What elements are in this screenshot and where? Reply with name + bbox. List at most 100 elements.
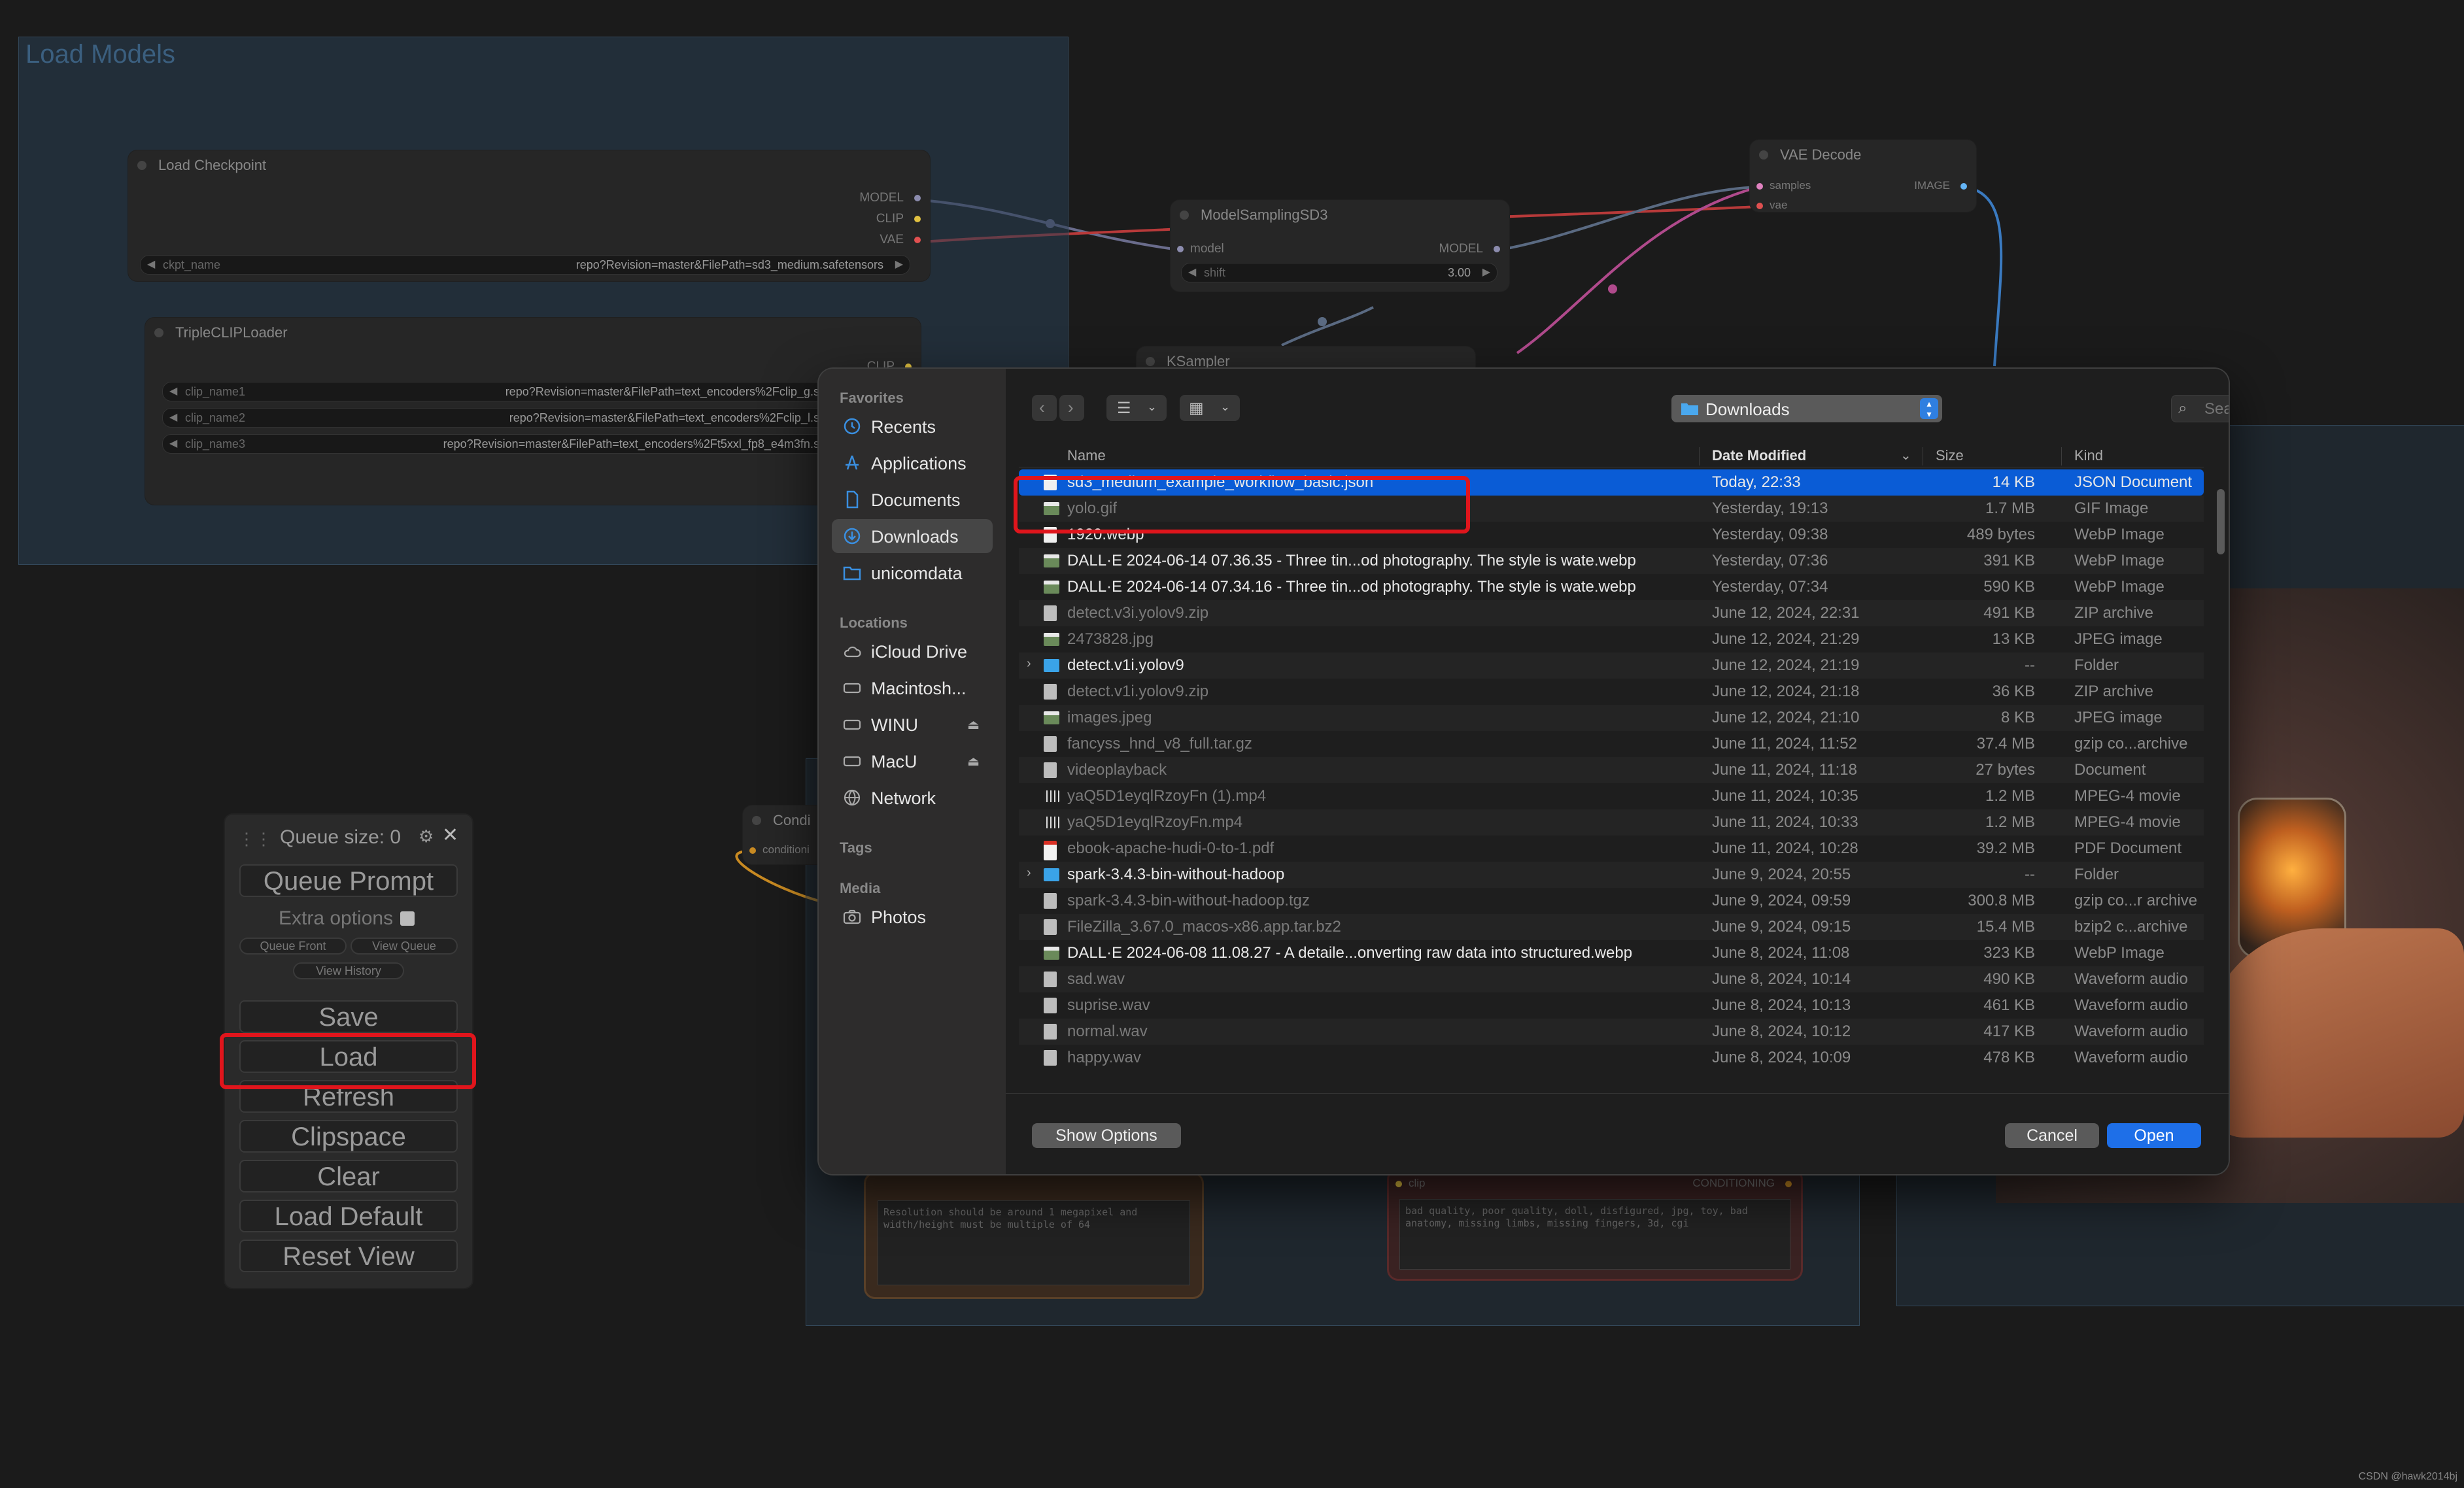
negative-textbox[interactable]: bad quality, poor quality, doll, disfigu… (1399, 1199, 1790, 1270)
negative-prompt-node[interactable]: clip CONDITIONING bad quality, poor qual… (1389, 1170, 1801, 1279)
node-collapse-dot[interactable] (1180, 211, 1189, 220)
column-name-header[interactable]: Name (1067, 447, 1106, 464)
extra-options-checkbox[interactable] (400, 911, 415, 926)
sidebar-item-photos[interactable]: Photos (832, 900, 993, 934)
triple-clip-loader-node[interactable]: TripleCLIPLoader CLIP ◀ clip_name1 repo?… (145, 318, 921, 505)
node-collapse-dot[interactable] (1759, 150, 1768, 160)
view-history-button[interactable]: View History (293, 962, 404, 979)
view-queue-button[interactable]: View Queue (351, 938, 458, 955)
sidebar-item-downloads[interactable]: Downloads (832, 519, 993, 553)
arrow-left-icon[interactable]: ◀ (1188, 265, 1196, 279)
column-kind-header[interactable]: Kind (2074, 447, 2103, 464)
output-image-port[interactable] (1960, 183, 1967, 190)
input-clip-port[interactable] (1395, 1181, 1402, 1187)
clip-name2-widget[interactable]: ◀ clip_name2 repo?Revision=master&FilePa… (162, 408, 901, 428)
input-vae-port[interactable] (1756, 203, 1763, 209)
save-button[interactable]: Save (239, 1000, 458, 1033)
file-row[interactable]: › detect.v1i.yolov9 June 12, 2024, 21:19 --… (1019, 652, 2204, 679)
file-row[interactable]: 2473828.jpg June 12, 2024, 21:29 13 KB JPEG… (1019, 626, 2204, 652)
column-divider[interactable] (1699, 447, 1700, 465)
load-checkpoint-node[interactable]: Load Checkpoint MODEL CLIP VAE ◀ ckpt_na… (128, 150, 930, 281)
file-row[interactable]: DALL·E 2024-06-08 11.08.27 - A detaile..… (1019, 940, 2204, 966)
clipspace-button[interactable]: Clipspace (239, 1120, 458, 1153)
sidebar-item-macintosh[interactable]: Macintosh... (832, 671, 993, 705)
arrow-left-icon[interactable]: ◀ (147, 258, 155, 271)
file-row[interactable]: images.jpeg June 12, 2024, 21:10 8 KB JPEG … (1019, 705, 2204, 731)
sidebar-item-applications[interactable]: Applications (832, 446, 993, 480)
model-sampling-node[interactable]: ModelSamplingSD3 model MODEL ◀ shift 3.0… (1171, 200, 1509, 292)
clear-button[interactable]: Clear (239, 1160, 458, 1192)
sidebar-item-network[interactable]: Network (832, 781, 993, 815)
file-row[interactable]: yaQ5D1eyqlRzoyFn (1).mp4 June 11, 2024, 1… (1019, 783, 2204, 809)
clip-name3-widget[interactable]: ◀ clip_name3 repo?Revision=master&FilePa… (162, 434, 901, 454)
node-collapse-dot[interactable] (1146, 357, 1155, 366)
input-model-port[interactable] (1177, 246, 1184, 252)
file-row[interactable]: detect.v3i.yolov9.zip June 12, 2024, 22:3… (1019, 600, 2204, 626)
file-row[interactable]: › spark-3.4.3-bin-without-hadoop June 9, 2… (1019, 862, 2204, 888)
list-view-button[interactable]: ☰ ⌄ (1106, 395, 1167, 421)
drag-handle-icon[interactable]: ⋮⋮ (238, 829, 272, 849)
queue-prompt-button[interactable]: Queue Prompt (239, 864, 458, 897)
output-model-port[interactable] (1494, 246, 1500, 252)
node-collapse-dot[interactable] (752, 816, 761, 825)
ckpt-name-widget[interactable]: ◀ ckpt_name repo?Revision=master&FilePat… (140, 255, 910, 275)
note-textbox[interactable]: Resolution should be around 1 megapixel … (878, 1200, 1190, 1285)
arrow-left-icon[interactable]: ◀ (169, 384, 177, 397)
file-row[interactable]: fancyss_hnd_v8_full.tar.gz June 11, 2024,… (1019, 731, 2204, 757)
sidebar-item-documents[interactable]: Documents (832, 482, 993, 516)
sidebar-item-winu[interactable]: WINU ⏏ (832, 707, 993, 741)
reset-view-button[interactable]: Reset View (239, 1240, 458, 1272)
close-icon[interactable]: ✕ (442, 824, 458, 847)
search-input[interactable] (2203, 398, 2229, 420)
sidebar-item-macu[interactable]: MacU ⏏ (832, 744, 993, 778)
forward-button[interactable]: › (1059, 395, 1084, 421)
node-collapse-dot[interactable] (137, 161, 146, 170)
file-row[interactable]: ebook-apache-hudi-0-to-1.pdf June 11, 202… (1019, 836, 2204, 862)
search-field[interactable]: ⌕ (2171, 395, 2229, 422)
load-default-button[interactable]: Load Default (239, 1200, 458, 1232)
column-date-header[interactable]: Date Modified (1712, 447, 1806, 464)
sidebar-item-recents[interactable]: Recents (832, 409, 993, 443)
file-row[interactable]: DALL·E 2024-06-14 07.36.35 - Three tin..… (1019, 548, 2204, 574)
cancel-button[interactable]: Cancel (2005, 1123, 2099, 1148)
file-row[interactable]: yaQ5D1eyqlRzoyFn.mp4 June 11, 2024, 10:33… (1019, 809, 2204, 836)
node-collapse-dot[interactable] (154, 328, 163, 337)
queue-front-button[interactable]: Queue Front (239, 938, 347, 955)
sidebar-item-unicomdata[interactable]: unicomdata (832, 556, 993, 590)
shift-widget[interactable]: ◀ shift 3.00 ▶ (1181, 263, 1497, 282)
clip-name1-widget[interactable]: ◀ clip_name1 repo?Revision=master&FilePa… (162, 382, 901, 401)
sort-chevron-icon[interactable]: ⌄ (1900, 447, 1911, 464)
file-row[interactable]: FileZilla_3.67.0_macos-x86.app.tar.bz2 Ju… (1019, 914, 2204, 940)
output-model-port[interactable] (914, 195, 921, 201)
grid-view-button[interactable]: ▦ ⌄ (1180, 395, 1240, 421)
file-row[interactable]: normal.wav June 8, 2024, 10:12 417 KB Wavef… (1019, 1019, 2204, 1045)
file-row[interactable]: DALL·E 2024-06-14 07.34.16 - Three tin..… (1019, 574, 2204, 600)
arrow-right-icon[interactable]: ▶ (895, 258, 903, 271)
file-row[interactable]: videoplayback June 11, 2024, 11:18 27 byte… (1019, 757, 2204, 783)
column-size-header[interactable]: Size (1936, 447, 1964, 464)
arrow-left-icon[interactable]: ◀ (169, 437, 177, 450)
file-row[interactable]: sad.wav June 8, 2024, 10:14 490 KB Waveform… (1019, 966, 2204, 992)
sidebar-item-icloud[interactable]: iCloud Drive (832, 634, 993, 668)
output-conditioning-port[interactable] (1785, 1181, 1792, 1187)
output-clip-port[interactable] (914, 216, 921, 222)
note-node[interactable]: Resolution should be around 1 megapixel … (866, 1174, 1202, 1297)
eject-icon[interactable]: ⏏ (967, 717, 980, 733)
file-row[interactable]: happy.wav June 8, 2024, 10:09 478 KB Wavefo… (1019, 1045, 2204, 1068)
file-row[interactable]: spark-3.4.3-bin-without-hadoop.tgz June 9… (1019, 888, 2204, 914)
scrollbar-thumb[interactable] (2217, 489, 2225, 554)
gear-icon[interactable]: ⚙ (419, 826, 434, 847)
output-vae-port[interactable] (914, 237, 921, 243)
back-button[interactable]: ‹ (1032, 395, 1057, 421)
input-conditioning-port[interactable] (749, 847, 756, 854)
show-options-button[interactable]: Show Options (1032, 1123, 1181, 1148)
file-row[interactable]: detect.v1i.yolov9.zip June 12, 2024, 21:1… (1019, 679, 2204, 705)
disclosure-chevron-icon[interactable]: › (1027, 656, 1031, 671)
disclosure-chevron-icon[interactable]: › (1027, 866, 1031, 881)
arrow-right-icon[interactable]: ▶ (1482, 265, 1490, 279)
input-samples-port[interactable] (1756, 183, 1763, 190)
vae-decode-node[interactable]: VAE Decode samples vae IMAGE (1750, 140, 1976, 212)
open-button[interactable]: Open (2107, 1123, 2201, 1148)
arrow-left-icon[interactable]: ◀ (169, 411, 177, 424)
eject-icon[interactable]: ⏏ (967, 753, 980, 769)
